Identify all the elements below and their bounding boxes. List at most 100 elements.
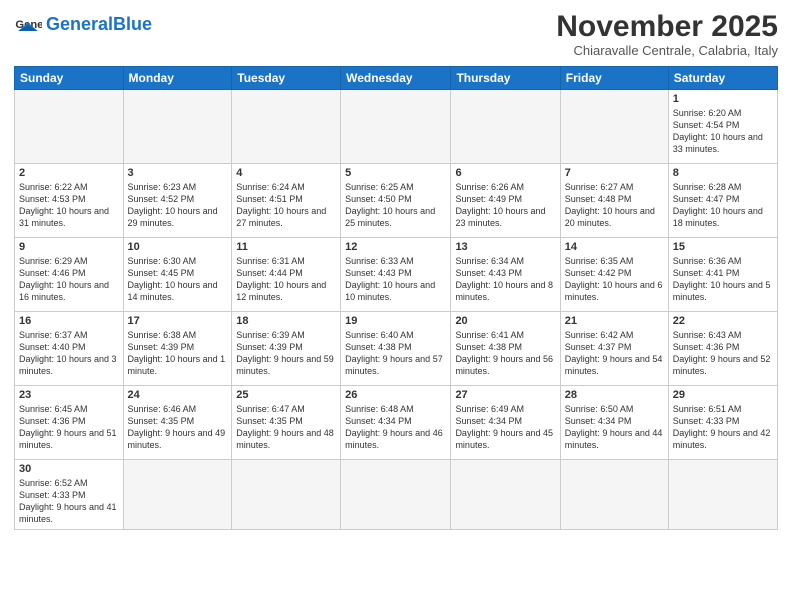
header-saturday: Saturday bbox=[668, 67, 777, 90]
day-info: Sunrise: 6:27 AM Sunset: 4:48 PM Dayligh… bbox=[565, 181, 664, 230]
table-row: 22 Sunrise: 6:43 AM Sunset: 4:36 PM Dayli… bbox=[668, 312, 777, 386]
day-info: Sunrise: 6:52 AM Sunset: 4:33 PM Dayligh… bbox=[19, 477, 119, 526]
table-row: 10Sunrise: 6:30 AM Sunset: 4:45 PM Dayli… bbox=[123, 238, 232, 312]
day-info: Sunrise: 6:39 AM Sunset: 4:39 PM Dayligh… bbox=[236, 329, 336, 378]
day-number: 24 bbox=[128, 389, 228, 401]
calendar: Sunday Monday Tuesday Wednesday Thursday… bbox=[14, 66, 778, 530]
logo-icon: General bbox=[14, 10, 42, 38]
table-row: 30Sunrise: 6:52 AM Sunset: 4:33 PM Dayli… bbox=[15, 460, 124, 530]
table-row bbox=[668, 460, 777, 530]
day-number: 14 bbox=[565, 241, 664, 253]
day-number: 8 bbox=[673, 167, 773, 179]
table-row: 25 Sunrise: 6:47 AM Sunset: 4:35 PM Dayli… bbox=[232, 386, 341, 460]
table-row: 21 Sunrise: 6:42 AM Sunset: 4:37 PM Dayli… bbox=[560, 312, 668, 386]
table-row: 18 Sunrise: 6:39 AM Sunset: 4:39 PM Dayli… bbox=[232, 312, 341, 386]
day-info: Sunrise: 6:43 AM Sunset: 4:36 PM Dayligh… bbox=[673, 329, 773, 378]
day-info: Sunrise: 6:34 AM Sunset: 4:43 PM Dayligh… bbox=[455, 255, 555, 304]
day-number: 3 bbox=[128, 167, 228, 179]
table-row: 4Sunrise: 6:24 AM Sunset: 4:51 PM Daylig… bbox=[232, 164, 341, 238]
day-info: Sunrise: 6:42 AM Sunset: 4:37 PM Dayligh… bbox=[565, 329, 664, 378]
day-number: 10 bbox=[128, 241, 228, 253]
table-row bbox=[232, 90, 341, 164]
day-info: Sunrise: 6:24 AM Sunset: 4:51 PM Dayligh… bbox=[236, 181, 336, 230]
logo-blue: Blue bbox=[113, 14, 152, 34]
day-number: 9 bbox=[19, 241, 119, 253]
day-number: 26 bbox=[345, 389, 446, 401]
table-row: 3 Sunrise: 6:23 AM Sunset: 4:52 PM Daylig… bbox=[123, 164, 232, 238]
day-number: 28 bbox=[565, 389, 664, 401]
day-number: 19 bbox=[345, 315, 446, 327]
day-number: 2 bbox=[19, 167, 119, 179]
day-info: Sunrise: 6:25 AM Sunset: 4:50 PM Dayligh… bbox=[345, 181, 446, 230]
day-info: Sunrise: 6:26 AM Sunset: 4:49 PM Dayligh… bbox=[455, 181, 555, 230]
page: General GeneralBlue November 2025 Chiara… bbox=[0, 0, 792, 612]
table-row: 23 Sunrise: 6:45 AM Sunset: 4:36 PM Dayli… bbox=[15, 386, 124, 460]
table-row bbox=[451, 460, 560, 530]
header-sunday: Sunday bbox=[15, 67, 124, 90]
day-info: Sunrise: 6:47 AM Sunset: 4:35 PM Dayligh… bbox=[236, 403, 336, 452]
day-info: Sunrise: 6:51 AM Sunset: 4:33 PM Dayligh… bbox=[673, 403, 773, 452]
day-number: 18 bbox=[236, 315, 336, 327]
day-number: 22 bbox=[673, 315, 773, 327]
day-number: 23 bbox=[19, 389, 119, 401]
table-row: 17Sunrise: 6:38 AM Sunset: 4:39 PM Dayli… bbox=[123, 312, 232, 386]
table-row: 6Sunrise: 6:26 AM Sunset: 4:49 PM Daylig… bbox=[451, 164, 560, 238]
header-friday: Friday bbox=[560, 67, 668, 90]
table-row: 1 Sunrise: 6:20 AM Sunset: 4:54 PM Daylig… bbox=[668, 90, 777, 164]
header-wednesday: Wednesday bbox=[341, 67, 451, 90]
weekday-header-row: Sunday Monday Tuesday Wednesday Thursday… bbox=[15, 67, 778, 90]
day-info: Sunrise: 6:31 AM Sunset: 4:44 PM Dayligh… bbox=[236, 255, 336, 304]
table-row bbox=[341, 460, 451, 530]
table-row bbox=[560, 90, 668, 164]
day-number: 12 bbox=[345, 241, 446, 253]
logo-text: GeneralBlue bbox=[46, 15, 152, 33]
table-row bbox=[341, 90, 451, 164]
table-row: 29 Sunrise: 6:51 AM Sunset: 4:33 PM Dayli… bbox=[668, 386, 777, 460]
header-thursday: Thursday bbox=[451, 67, 560, 90]
day-number: 15 bbox=[673, 241, 773, 253]
table-row: 8 Sunrise: 6:28 AM Sunset: 4:47 PM Daylig… bbox=[668, 164, 777, 238]
day-info: Sunrise: 6:48 AM Sunset: 4:34 PM Dayligh… bbox=[345, 403, 446, 452]
table-row: 27Sunrise: 6:49 AM Sunset: 4:34 PM Dayli… bbox=[451, 386, 560, 460]
table-row bbox=[123, 90, 232, 164]
day-number: 1 bbox=[673, 93, 773, 105]
day-info: Sunrise: 6:20 AM Sunset: 4:54 PM Dayligh… bbox=[673, 107, 773, 156]
day-info: Sunrise: 6:22 AM Sunset: 4:53 PM Dayligh… bbox=[19, 181, 119, 230]
day-info: Sunrise: 6:45 AM Sunset: 4:36 PM Dayligh… bbox=[19, 403, 119, 452]
logo: General GeneralBlue bbox=[14, 10, 152, 38]
day-info: Sunrise: 6:38 AM Sunset: 4:39 PM Dayligh… bbox=[128, 329, 228, 378]
table-row: 2 Sunrise: 6:22 AM Sunset: 4:53 PM Daylig… bbox=[15, 164, 124, 238]
table-row bbox=[560, 460, 668, 530]
table-row: 13Sunrise: 6:34 AM Sunset: 4:43 PM Dayli… bbox=[451, 238, 560, 312]
table-row: 16 Sunrise: 6:37 AM Sunset: 4:40 PM Dayli… bbox=[15, 312, 124, 386]
day-info: Sunrise: 6:49 AM Sunset: 4:34 PM Dayligh… bbox=[455, 403, 555, 452]
table-row: 7 Sunrise: 6:27 AM Sunset: 4:48 PM Daylig… bbox=[560, 164, 668, 238]
table-row: 11Sunrise: 6:31 AM Sunset: 4:44 PM Dayli… bbox=[232, 238, 341, 312]
day-info: Sunrise: 6:41 AM Sunset: 4:38 PM Dayligh… bbox=[455, 329, 555, 378]
table-row bbox=[451, 90, 560, 164]
table-row bbox=[232, 460, 341, 530]
table-row: 19 Sunrise: 6:40 AM Sunset: 4:38 PM Dayli… bbox=[341, 312, 451, 386]
month-title: November 2025 bbox=[556, 10, 778, 43]
day-info: Sunrise: 6:50 AM Sunset: 4:34 PM Dayligh… bbox=[565, 403, 664, 452]
location: Chiaravalle Centrale, Calabria, Italy bbox=[556, 43, 778, 58]
day-info: Sunrise: 6:37 AM Sunset: 4:40 PM Dayligh… bbox=[19, 329, 119, 378]
day-number: 21 bbox=[565, 315, 664, 327]
day-number: 16 bbox=[19, 315, 119, 327]
table-row: 5Sunrise: 6:25 AM Sunset: 4:50 PM Daylig… bbox=[341, 164, 451, 238]
day-info: Sunrise: 6:23 AM Sunset: 4:52 PM Dayligh… bbox=[128, 181, 228, 230]
table-row: 24 Sunrise: 6:46 AM Sunset: 4:35 PM Dayli… bbox=[123, 386, 232, 460]
day-number: 20 bbox=[455, 315, 555, 327]
table-row: 28 Sunrise: 6:50 AM Sunset: 4:34 PM Dayli… bbox=[560, 386, 668, 460]
table-row: 26 Sunrise: 6:48 AM Sunset: 4:34 PM Dayli… bbox=[341, 386, 451, 460]
day-info: Sunrise: 6:35 AM Sunset: 4:42 PM Dayligh… bbox=[565, 255, 664, 304]
day-number: 29 bbox=[673, 389, 773, 401]
day-info: Sunrise: 6:28 AM Sunset: 4:47 PM Dayligh… bbox=[673, 181, 773, 230]
day-number: 7 bbox=[565, 167, 664, 179]
header-tuesday: Tuesday bbox=[232, 67, 341, 90]
day-info: Sunrise: 6:40 AM Sunset: 4:38 PM Dayligh… bbox=[345, 329, 446, 378]
day-number: 25 bbox=[236, 389, 336, 401]
table-row bbox=[15, 90, 124, 164]
day-info: Sunrise: 6:46 AM Sunset: 4:35 PM Dayligh… bbox=[128, 403, 228, 452]
title-block: November 2025 Chiaravalle Centrale, Cala… bbox=[556, 10, 778, 58]
